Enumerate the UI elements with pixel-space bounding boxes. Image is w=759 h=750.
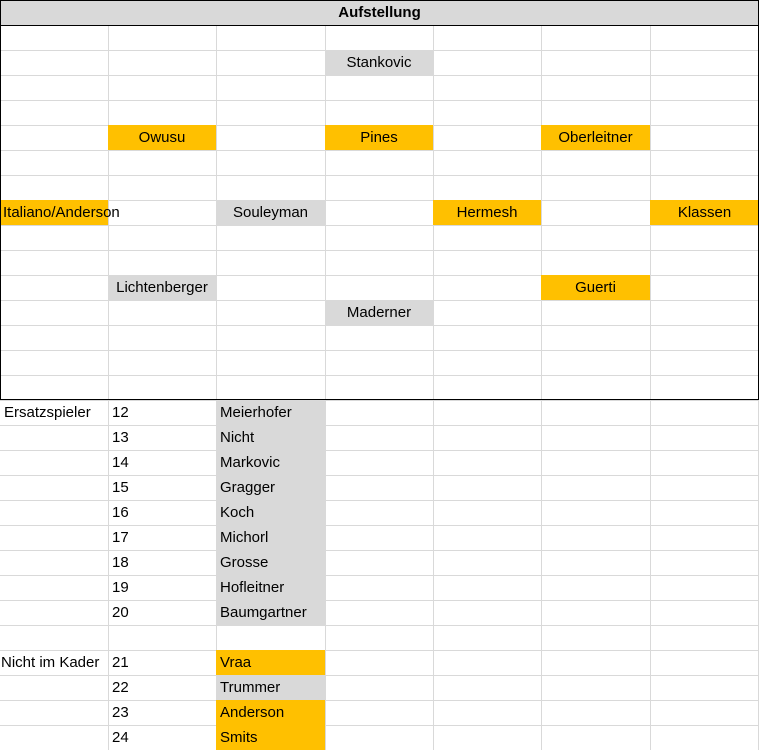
not-in-squad-number[interactable]: 22 bbox=[108, 675, 216, 700]
row-gridline bbox=[0, 100, 759, 101]
substitute-number[interactable]: 19 bbox=[108, 575, 216, 600]
not-in-squad-number[interactable]: 23 bbox=[108, 700, 216, 725]
substitute-name[interactable]: Meierhofer bbox=[216, 400, 325, 425]
player-cell-oberleitner[interactable]: Oberleitner bbox=[541, 125, 650, 150]
player-cell-pines[interactable]: Pines bbox=[325, 125, 433, 150]
substitute-name[interactable]: Nicht bbox=[216, 425, 325, 450]
substitute-number[interactable]: 14 bbox=[108, 450, 216, 475]
substitute-name[interactable]: Baumgartner bbox=[216, 600, 325, 625]
player-cell-italiano-anderson[interactable]: Italiano/Anderson bbox=[0, 200, 140, 225]
row-gridline bbox=[0, 325, 759, 326]
not-in-squad-name[interactable]: Trummer bbox=[216, 675, 325, 700]
substitute-number[interactable]: 16 bbox=[108, 500, 216, 525]
row-gridline bbox=[0, 150, 759, 151]
player-cell-hermesh[interactable]: Hermesh bbox=[433, 200, 541, 225]
substitutes-label: Ersatzspieler bbox=[4, 404, 91, 421]
not-in-squad-label: Nicht im Kader bbox=[1, 654, 100, 671]
substitute-number[interactable]: 17 bbox=[108, 525, 216, 550]
spreadsheet-grid: Aufstellung Stankovic Owusu Pines Oberle… bbox=[0, 0, 759, 750]
row-gridline bbox=[0, 175, 759, 176]
not-in-squad-number[interactable]: 24 bbox=[108, 725, 216, 750]
substitute-name[interactable]: Gragger bbox=[216, 475, 325, 500]
player-cell-maderner[interactable]: Maderner bbox=[325, 300, 433, 325]
row-gridline bbox=[0, 350, 759, 351]
row-gridline bbox=[0, 75, 759, 76]
row-gridline bbox=[0, 625, 759, 626]
substitute-number[interactable]: 12 bbox=[108, 400, 216, 425]
row-gridline bbox=[0, 225, 759, 226]
player-cell-klassen[interactable]: Klassen bbox=[650, 200, 759, 225]
substitute-name[interactable]: Grosse bbox=[216, 550, 325, 575]
not-in-squad-name[interactable]: Smits bbox=[216, 725, 325, 750]
substitute-name[interactable]: Michorl bbox=[216, 525, 325, 550]
player-cell-stankovic[interactable]: Stankovic bbox=[325, 50, 433, 75]
substitute-number[interactable]: 18 bbox=[108, 550, 216, 575]
not-in-squad-name[interactable]: Vraa bbox=[216, 650, 325, 675]
not-in-squad-name[interactable]: Anderson bbox=[216, 700, 325, 725]
substitute-number[interactable]: 15 bbox=[108, 475, 216, 500]
row-gridline bbox=[0, 375, 759, 376]
player-cell-owusu[interactable]: Owusu bbox=[108, 125, 216, 150]
substitute-name[interactable]: Koch bbox=[216, 500, 325, 525]
sheet-title: Aufstellung bbox=[1, 1, 758, 25]
not-in-squad-number[interactable]: 21 bbox=[108, 650, 216, 675]
row-gridline bbox=[0, 250, 759, 251]
player-cell-guerti[interactable]: Guerti bbox=[541, 275, 650, 300]
substitute-name[interactable]: Hofleitner bbox=[216, 575, 325, 600]
player-cell-lichtenberger[interactable]: Lichtenberger bbox=[108, 275, 216, 300]
player-cell-souleyman[interactable]: Souleyman bbox=[216, 200, 325, 225]
substitute-number[interactable]: 13 bbox=[108, 425, 216, 450]
substitute-name[interactable]: Markovic bbox=[216, 450, 325, 475]
substitute-number[interactable]: 20 bbox=[108, 600, 216, 625]
title-underline bbox=[0, 25, 759, 26]
